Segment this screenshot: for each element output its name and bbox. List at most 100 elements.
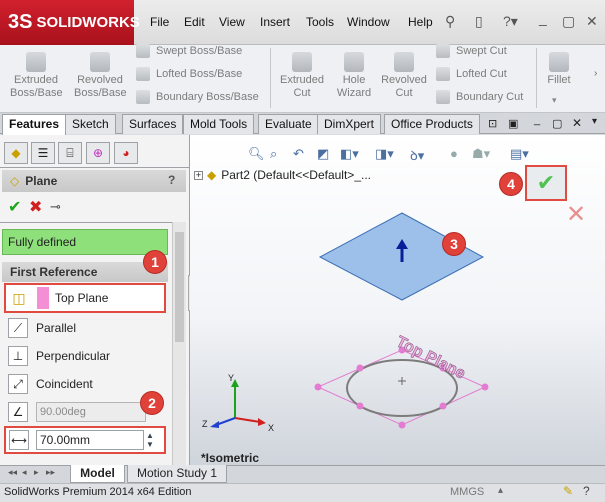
extruded-cut-label: Extruded Cut bbox=[279, 74, 325, 99]
configuration-manager-icon[interactable]: ⌸ bbox=[58, 142, 82, 164]
window-icon[interactable]: ▣ bbox=[508, 117, 518, 130]
display-manager-icon[interactable]: ◕ bbox=[114, 142, 138, 164]
property-manager-tab-icon[interactable]: ☰ bbox=[31, 142, 55, 164]
handle[interactable] bbox=[314, 383, 322, 391]
solidworks-logo[interactable]: 3S SOLIDWORKS bbox=[0, 0, 140, 45]
boundary-cut-label: Boundary Cut bbox=[456, 91, 524, 103]
units-dropdown-icon[interactable]: ▴ bbox=[498, 485, 503, 496]
menu-help[interactable]: Help bbox=[408, 15, 433, 29]
nav-last-icon[interactable]: ▸▸ bbox=[46, 467, 55, 478]
revolved-cut-button[interactable]: Revolved Cut bbox=[378, 52, 430, 100]
revolved-boss-button[interactable]: Revolved Boss/Base bbox=[74, 52, 127, 100]
swept-boss-button[interactable]: Swept Boss/Base bbox=[136, 42, 242, 60]
help-icon[interactable]: ?▾ bbox=[503, 13, 518, 30]
extruded-boss-label: Extruded Boss/Base bbox=[10, 74, 63, 99]
handle[interactable] bbox=[356, 402, 364, 410]
lofted-cut-button[interactable]: Lofted Cut bbox=[436, 65, 507, 83]
boundary-cut-button[interactable]: Boundary Cut bbox=[436, 88, 523, 106]
cancel-x-icon[interactable]: ✖ bbox=[29, 197, 42, 217]
handle[interactable] bbox=[398, 421, 406, 429]
units-label[interactable]: MMGS bbox=[450, 486, 484, 498]
fillet-dropdown-icon[interactable]: ▾ bbox=[552, 95, 557, 106]
tile-icon[interactable]: ⊡ bbox=[488, 117, 497, 130]
tab-surfaces[interactable]: Surfaces bbox=[122, 114, 184, 134]
minimize-icon[interactable]: _ bbox=[539, 10, 547, 26]
hole-wizard-icon bbox=[344, 52, 364, 72]
fillet-icon bbox=[549, 52, 569, 72]
nav-next-icon[interactable]: ▸ bbox=[34, 467, 39, 478]
offset-distance-box[interactable]: ⟷ 70.00mm ▲ ▼ bbox=[4, 426, 166, 454]
reference-color-swatch bbox=[37, 287, 49, 309]
confirm-ok-box[interactable]: ✔ bbox=[525, 165, 567, 201]
offset-distance-field[interactable]: 70.00mm bbox=[36, 430, 144, 450]
spin-up-icon[interactable]: ▲ bbox=[146, 431, 154, 440]
doc-minimize-icon[interactable]: _ bbox=[534, 114, 540, 126]
handle[interactable] bbox=[439, 402, 447, 410]
tab-features[interactable]: Features bbox=[2, 114, 67, 135]
pm-scrollbar[interactable] bbox=[172, 222, 186, 465]
plane-feature-icon: ◇ bbox=[10, 174, 20, 188]
distance-spinner[interactable]: ▲ ▼ bbox=[146, 431, 154, 449]
menu-file[interactable]: File bbox=[150, 15, 169, 29]
tab-motion-study[interactable]: Motion Study 1 bbox=[127, 465, 227, 483]
tab-model[interactable]: Model bbox=[70, 465, 125, 483]
help-status-icon[interactable]: ? bbox=[583, 484, 590, 498]
ok-check-icon[interactable]: ✔ bbox=[8, 197, 21, 217]
coincident-label: Coincident bbox=[36, 377, 93, 391]
ribbon-scroll-icon[interactable]: › bbox=[594, 68, 597, 79]
angle-option[interactable]: ∠ 90.00deg bbox=[8, 402, 146, 422]
menu-insert[interactable]: Insert bbox=[260, 15, 290, 29]
dimxpert-manager-icon[interactable]: ⊕ bbox=[86, 142, 110, 164]
swept-boss-icon bbox=[136, 44, 150, 58]
confirm-cancel-icon[interactable]: ✕ bbox=[566, 200, 586, 229]
callout-2: 2 bbox=[140, 391, 164, 415]
rebuild-icon[interactable]: ✎ bbox=[563, 484, 573, 498]
pm-help-icon[interactable]: ? bbox=[168, 173, 175, 187]
doc-restore-icon[interactable]: ▢ bbox=[552, 117, 562, 130]
tab-evaluate[interactable]: Evaluate bbox=[258, 114, 319, 134]
swept-cut-button[interactable]: Swept Cut bbox=[436, 42, 507, 60]
angle-field[interactable]: 90.00deg bbox=[36, 402, 146, 422]
menu-view[interactable]: View bbox=[219, 15, 245, 29]
feature-manager-icon[interactable]: ◆ bbox=[4, 142, 28, 164]
perpendicular-option[interactable]: ⊥ Perpendicular bbox=[8, 346, 110, 366]
menu-edit[interactable]: Edit bbox=[184, 15, 205, 29]
extruded-cut-button[interactable]: Extruded Cut bbox=[276, 52, 328, 100]
coincident-option[interactable]: ⤢ Coincident bbox=[8, 374, 93, 394]
handle[interactable] bbox=[356, 364, 364, 372]
hole-wizard-button[interactable]: Hole Wizard bbox=[328, 52, 380, 100]
nav-prev-icon[interactable]: ◂ bbox=[22, 467, 27, 478]
search-commands-icon[interactable]: ▯ bbox=[475, 13, 483, 30]
handle[interactable] bbox=[481, 383, 489, 391]
restore-icon[interactable]: ▢ bbox=[562, 13, 575, 30]
parallel-option[interactable]: ⟋ Parallel bbox=[8, 318, 76, 338]
tab-office-products[interactable]: Office Products bbox=[384, 114, 480, 134]
pushpin-icon[interactable]: ⊸ bbox=[50, 199, 61, 215]
tab-mold-tools[interactable]: Mold Tools bbox=[183, 114, 255, 134]
pm-title-bar: ◇ Plane bbox=[2, 170, 186, 192]
top-plane-outline[interactable] bbox=[316, 349, 487, 426]
boundary-boss-button[interactable]: Boundary Boss/Base bbox=[136, 88, 259, 106]
nav-first-icon[interactable]: ◂◂ bbox=[8, 467, 17, 478]
plane-reference-icon: ◫ bbox=[12, 289, 26, 306]
menu-window[interactable]: Window bbox=[347, 15, 390, 29]
doc-menu-icon[interactable]: ▾ bbox=[592, 116, 597, 127]
extruded-boss-button[interactable]: Extruded Boss/Base bbox=[10, 52, 63, 100]
lofted-boss-button[interactable]: Lofted Boss/Base bbox=[136, 65, 242, 83]
pm-scroll-thumb[interactable] bbox=[175, 232, 184, 342]
spin-down-icon[interactable]: ▼ bbox=[146, 440, 154, 449]
close-icon[interactable]: ✕ bbox=[586, 13, 598, 30]
boundary-cut-icon bbox=[436, 90, 450, 104]
perpendicular-label: Perpendicular bbox=[36, 349, 111, 363]
tab-dimxpert[interactable]: DimXpert bbox=[317, 114, 382, 134]
confirm-ok-icon[interactable]: ✔ bbox=[537, 170, 555, 196]
pin-icon[interactable]: ⚲ bbox=[445, 13, 455, 30]
doc-close-icon[interactable]: ✕ bbox=[572, 116, 582, 130]
fillet-button[interactable]: Fillet bbox=[540, 52, 578, 87]
swept-cut-icon bbox=[436, 44, 450, 58]
menu-tools[interactable]: Tools bbox=[306, 15, 334, 29]
tab-sketch[interactable]: Sketch bbox=[65, 114, 116, 134]
callout-3: 3 bbox=[442, 232, 466, 256]
first-reference-box[interactable]: ◫ Top Plane bbox=[4, 283, 166, 313]
triad-z-label: Z bbox=[202, 419, 208, 429]
